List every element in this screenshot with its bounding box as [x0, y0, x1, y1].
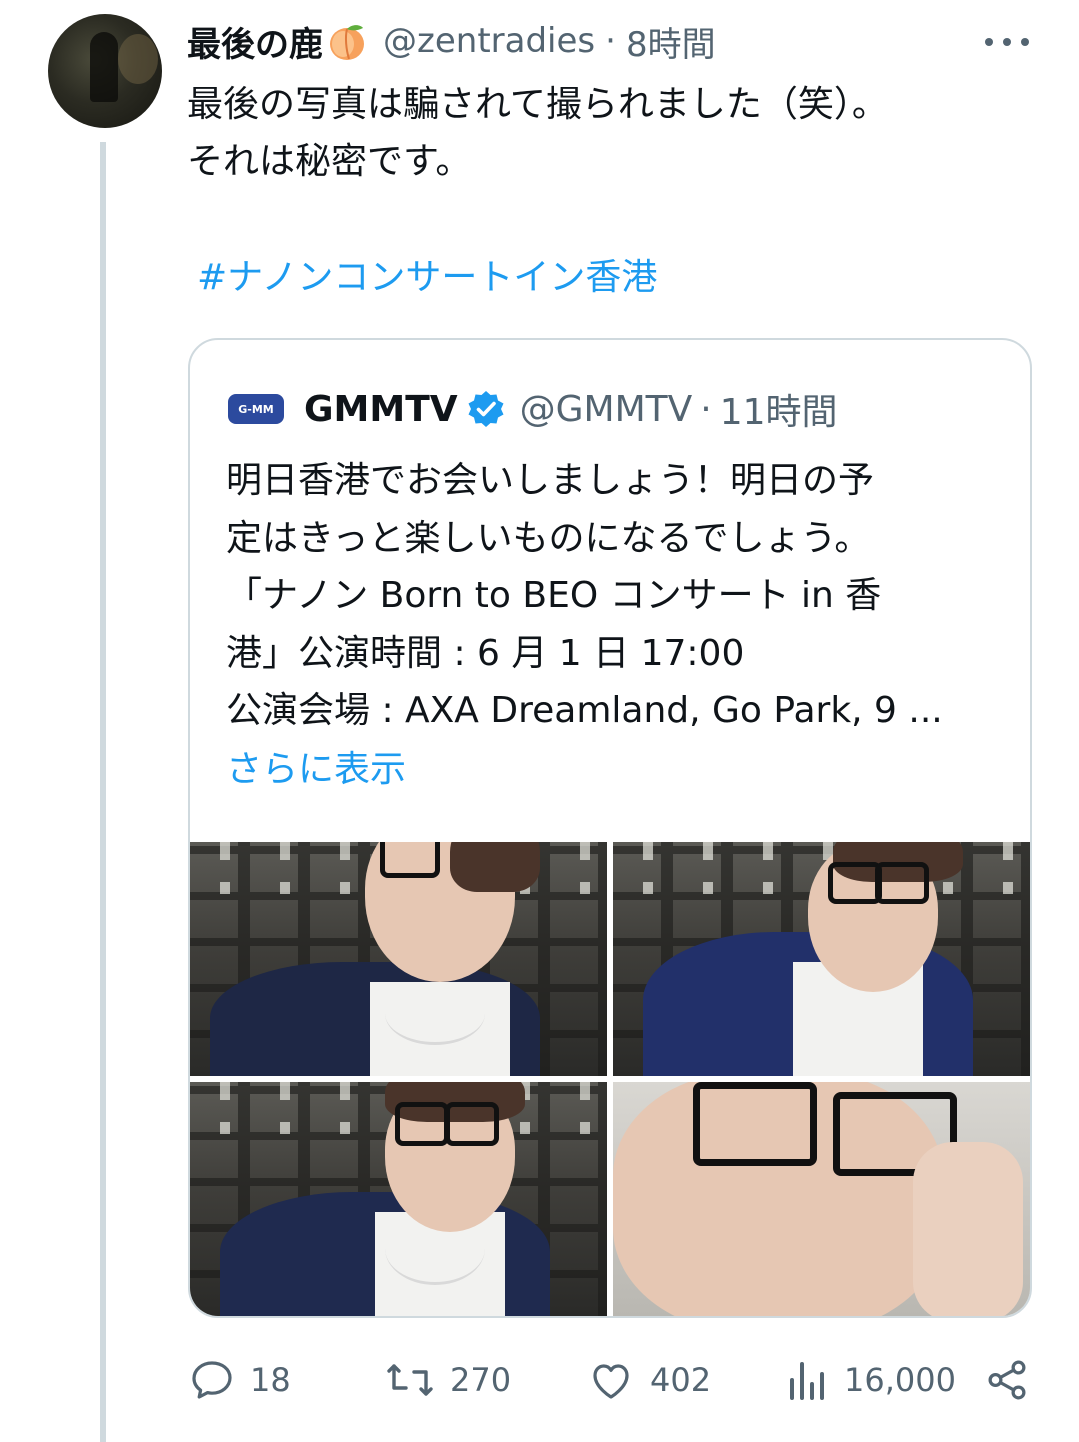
avatar-figure	[90, 32, 118, 102]
reply-count: 18	[250, 1361, 291, 1399]
quote-author-handle[interactable]: @GMMTV	[520, 389, 693, 430]
verified-badge-icon	[468, 391, 504, 427]
dot	[1021, 38, 1029, 46]
glasses	[693, 1082, 817, 1166]
photo-1[interactable]	[190, 842, 607, 1076]
retweet-button[interactable]: 270	[384, 1352, 511, 1408]
glasses	[445, 1102, 499, 1146]
header-separator: ·	[605, 21, 616, 61]
author-handle[interactable]: @zentradies	[383, 21, 595, 61]
gmmtv-logo: G-MM	[228, 394, 284, 424]
dot	[1003, 38, 1011, 46]
glasses	[380, 842, 440, 878]
heart-icon	[593, 1364, 629, 1399]
tweet-text: 最後の写真は騙されて撮られました（笑）。 それは秘密です。	[187, 84, 888, 182]
media-grid	[190, 842, 1030, 1316]
peach-icon	[325, 19, 369, 63]
photo-3[interactable]	[190, 1082, 607, 1316]
quote-header: G-MM GMMTV @GMMTV · 11時間	[228, 384, 838, 434]
photo-2[interactable]	[613, 842, 1030, 1076]
tweet-time[interactable]: 8時間	[626, 17, 716, 66]
reply-icon	[192, 1361, 232, 1399]
retweet-count: 270	[450, 1361, 512, 1399]
photo-4[interactable]	[613, 1082, 1030, 1316]
hand	[913, 1142, 1023, 1316]
hashtag-link[interactable]: #ナノンコンサートイン香港	[197, 248, 657, 300]
quote-author-name[interactable]: GMMTV	[304, 389, 458, 430]
glasses	[875, 862, 929, 904]
more-options-icon[interactable]	[985, 30, 1029, 54]
share-button[interactable]	[984, 1352, 1044, 1408]
quote-text: 明日香港でお会いしましょう！明日の予 定はきっと楽しいものになるでしょう。 「ナ…	[226, 460, 943, 731]
show-more-link[interactable]: さらに表示	[226, 740, 406, 792]
views-button[interactable]: 16,000	[786, 1352, 956, 1408]
quoted-tweet[interactable]: G-MM GMMTV @GMMTV · 11時間 明日香港でお会いしましょう！明…	[188, 338, 1032, 1318]
thread-line	[100, 142, 106, 1442]
avatar[interactable]	[48, 14, 162, 128]
glasses	[395, 1102, 449, 1146]
views-count: 16,000	[844, 1361, 956, 1399]
hair	[450, 842, 540, 892]
like-button[interactable]: 402	[586, 1352, 711, 1408]
reply-button[interactable]: 18	[188, 1352, 291, 1408]
avatar-glow	[118, 34, 158, 84]
author-name[interactable]: 最後の鹿	[187, 17, 323, 66]
glasses	[828, 862, 882, 904]
quote-separator: ·	[700, 388, 712, 430]
like-count: 402	[650, 1361, 712, 1399]
views-chart-icon	[790, 1362, 824, 1400]
action-bar: 18 270 402 16,000	[188, 1352, 1038, 1408]
necklace	[385, 982, 485, 1045]
dot	[985, 38, 993, 46]
quote-time[interactable]: 11時間	[720, 383, 838, 435]
tweet-header: 最後の鹿 @zentradies · 8時間	[187, 16, 716, 66]
retweet-icon	[387, 1364, 433, 1396]
share-icon	[988, 1360, 1026, 1400]
